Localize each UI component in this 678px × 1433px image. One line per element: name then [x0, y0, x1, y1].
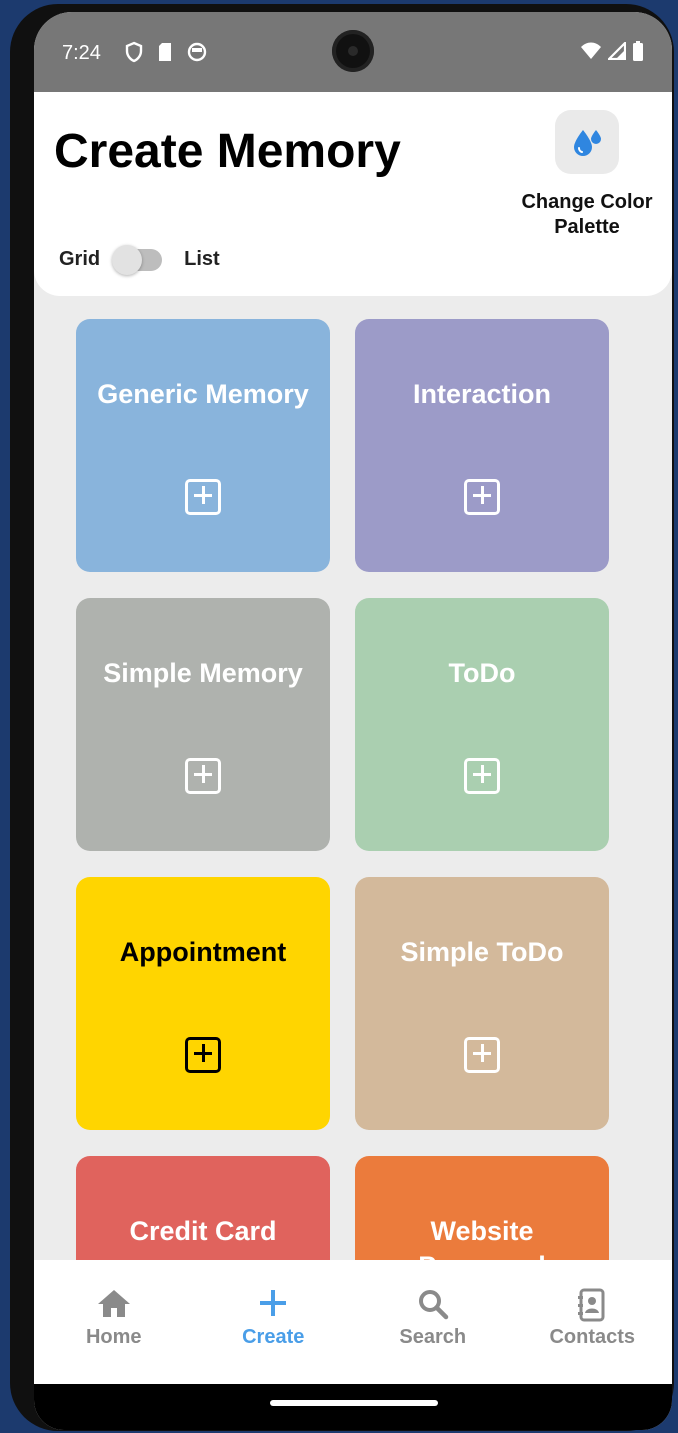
home-indicator[interactable] [270, 1400, 438, 1406]
system-nav-bar [34, 1384, 672, 1430]
tile-interaction[interactable]: Interaction [355, 319, 609, 572]
device-frame: 7:24 Create Memory Change Color Palette … [10, 4, 674, 1431]
tile-title: Website Password [418, 1216, 546, 1260]
add-box-icon [185, 479, 221, 515]
status-bar: 7:24 [34, 12, 672, 92]
plus-icon [260, 1290, 287, 1316]
tile-title: Simple Memory [103, 658, 303, 688]
tile-title: Interaction [412, 379, 552, 409]
memory-type-grid: Generic Memory Interaction Simple Memory… [34, 296, 672, 1260]
battery-icon [633, 41, 643, 61]
tile-title: Credit Card [129, 1216, 277, 1246]
tile-appointment[interactable]: Appointment [76, 877, 330, 1130]
nav-create[interactable]: Create [194, 1260, 354, 1384]
front-camera [332, 30, 374, 72]
toggle-knob[interactable] [112, 244, 143, 275]
contacts-icon [578, 1288, 605, 1322]
add-box-icon [464, 758, 500, 794]
status-time: 7:24 [62, 42, 101, 64]
sd-card-icon [159, 43, 171, 61]
tile-generic-memory[interactable]: Generic Memory [76, 319, 330, 572]
tile-simple-memory[interactable]: Simple Memory [76, 598, 330, 851]
bottom-nav: Home Create Search Contacts [34, 1260, 672, 1384]
home-icon [97, 1290, 130, 1317]
nav-search[interactable]: Search [353, 1260, 513, 1384]
nav-create-label: Create [242, 1326, 305, 1348]
view-toggle-row: Grid List [59, 244, 220, 275]
notification-icon [187, 42, 207, 62]
tile-title: Appointment [119, 937, 287, 967]
grid-list-toggle[interactable] [112, 244, 163, 275]
shield-icon [125, 41, 143, 63]
tile-title: ToDo [448, 658, 516, 688]
add-box-icon [185, 758, 221, 794]
tile-simple-todo[interactable]: Simple ToDo [355, 877, 609, 1130]
page-title: Create Memory [54, 125, 401, 178]
tile-website-password[interactable]: Website Password [355, 1156, 609, 1260]
search-icon [418, 1290, 448, 1320]
header-card: Create Memory Change Color Palette Grid … [34, 92, 672, 296]
add-box-icon [185, 1037, 221, 1073]
add-box-icon [464, 479, 500, 515]
tile-title: Simple ToDo [400, 937, 564, 967]
nav-contacts[interactable]: Contacts [513, 1260, 673, 1384]
signal-icon [608, 42, 626, 60]
water-drops-icon [574, 130, 601, 156]
tile-credit-card[interactable]: Credit Card [76, 1156, 330, 1260]
nav-contacts-label: Contacts [549, 1326, 636, 1348]
tile-title: Generic Memory [97, 379, 309, 409]
screen: 7:24 Create Memory Change Color Palette … [34, 12, 672, 1430]
change-color-palette-label: Change Color Palette [521, 191, 653, 238]
wifi-icon [581, 42, 601, 59]
nav-home-label: Home [85, 1326, 142, 1348]
toggle-list-label: List [184, 248, 220, 270]
nav-home[interactable]: Home [34, 1260, 194, 1384]
change-color-palette-button[interactable] [555, 110, 619, 174]
toggle-grid-label: Grid [59, 248, 101, 270]
tile-todo[interactable]: ToDo [355, 598, 609, 851]
nav-search-label: Search [399, 1326, 467, 1348]
add-box-icon [464, 1037, 500, 1073]
